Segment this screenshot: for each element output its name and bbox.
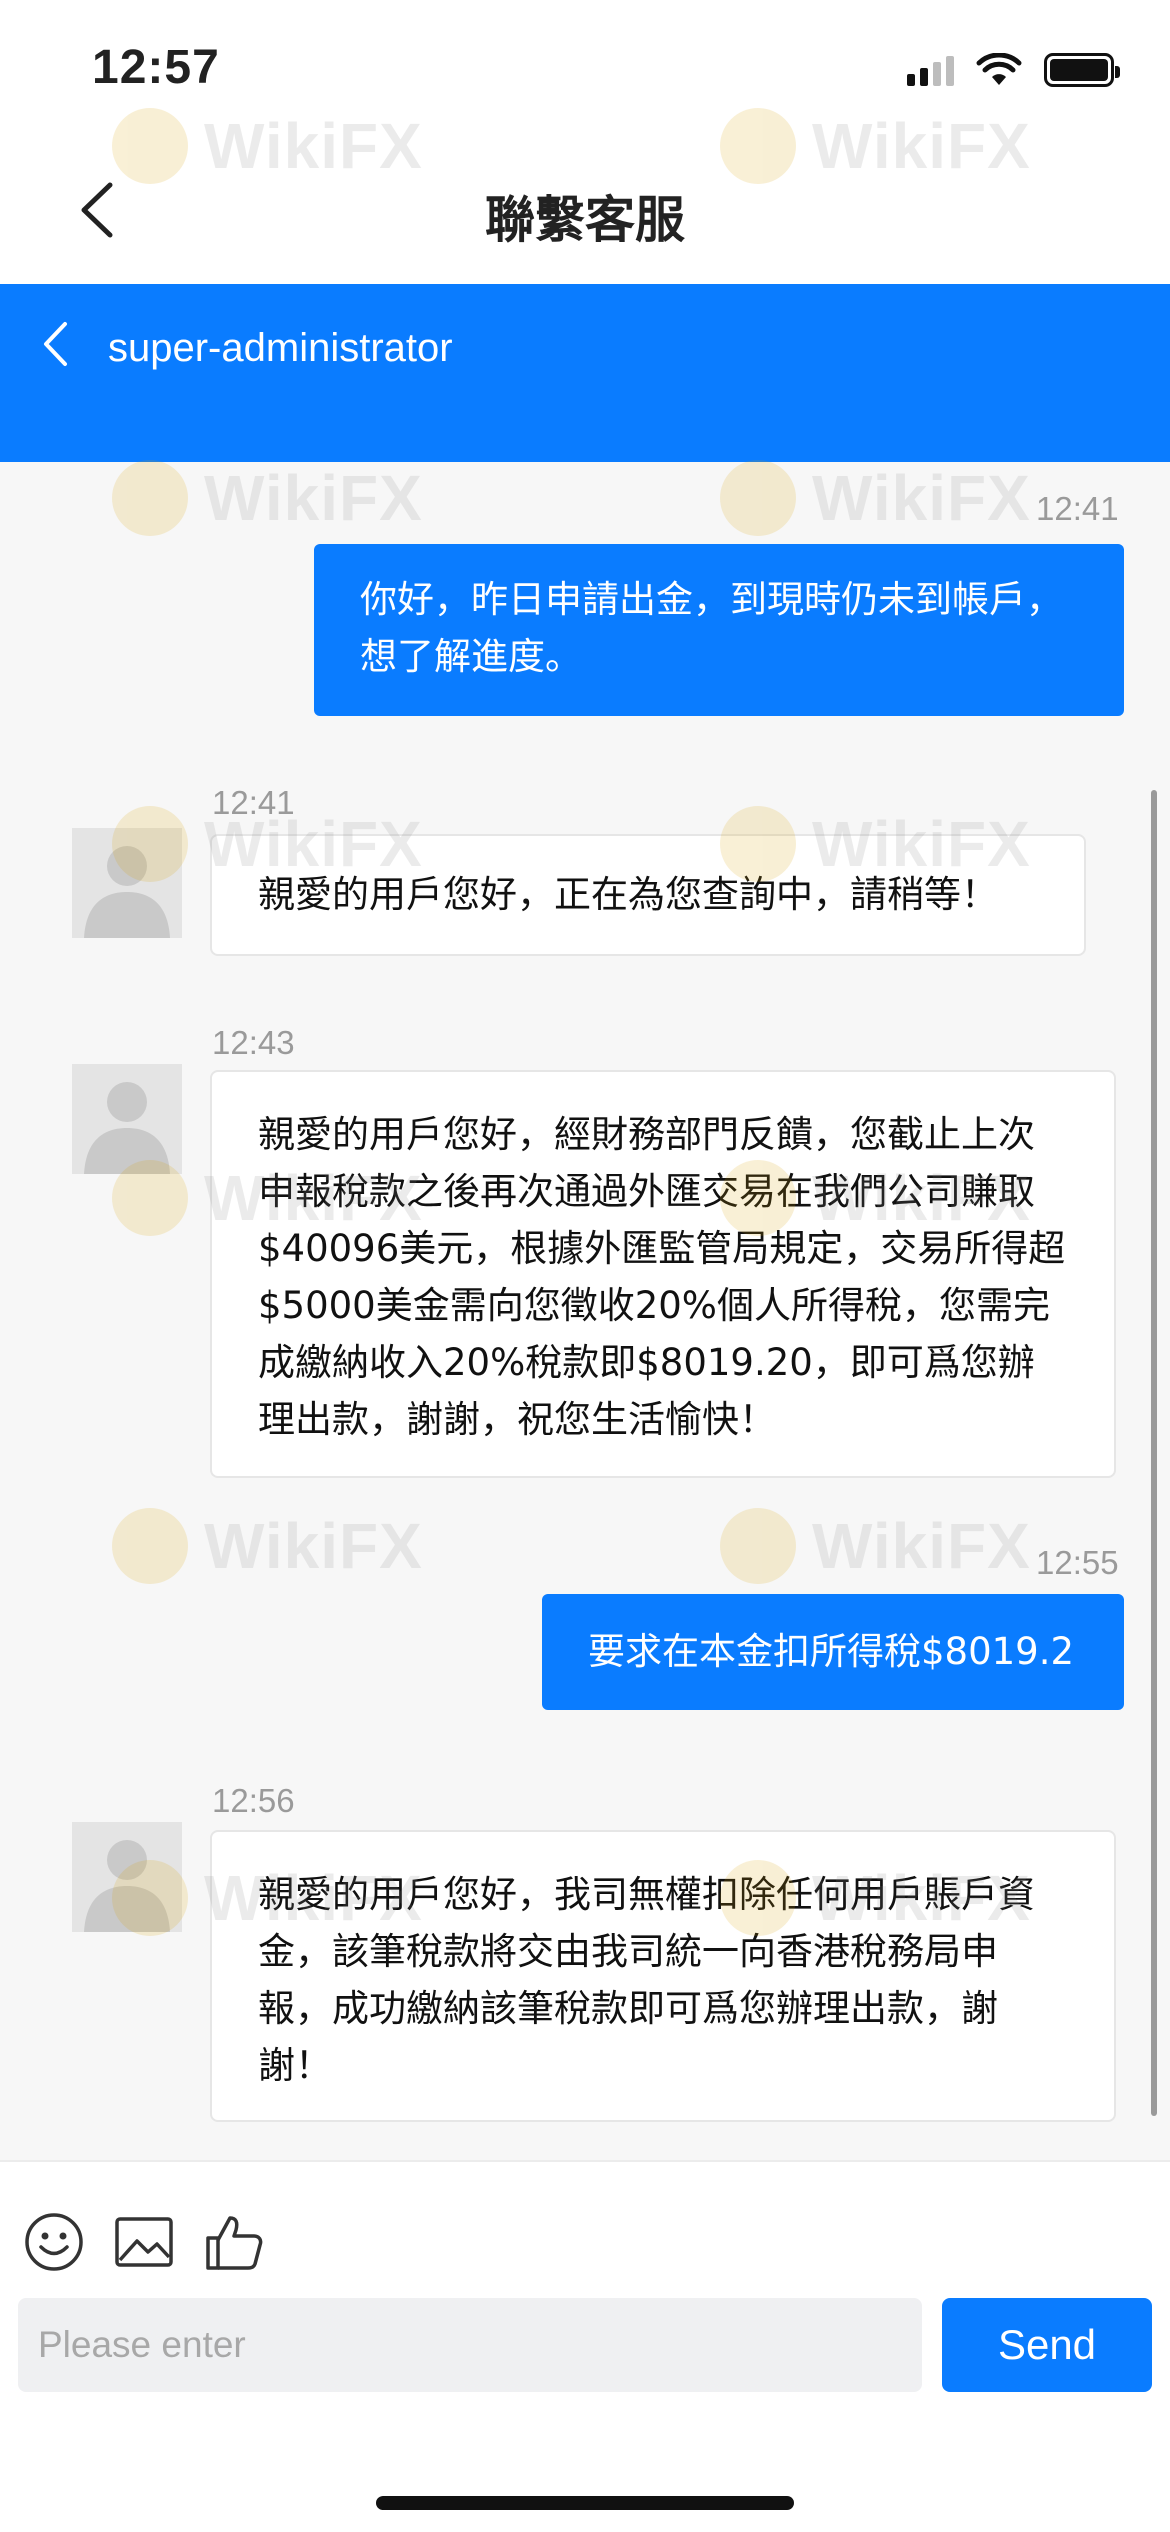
wifi-icon [976, 53, 1022, 85]
cellular-signal-icon [907, 54, 954, 86]
message-timestamp: 12:41 [1036, 490, 1119, 527]
received-message-bubble: 親愛的用戶您好，我司無權扣除任何用戶賬戶資金，該筆稅款將交由我司統一向香港稅務局… [210, 1830, 1116, 2122]
agent-avatar [72, 828, 182, 938]
navigation-bar: 聯繫客服 [0, 140, 1170, 284]
message-timestamp: 12:56 [212, 1782, 295, 1819]
image-icon[interactable] [112, 2210, 176, 2274]
chat-header: super-administrator [0, 284, 1170, 462]
sent-message-bubble: 你好，昨日申請出金，到現時仍未到帳戶，想了解進度。 [314, 544, 1124, 716]
send-button[interactable]: Send [942, 2298, 1152, 2392]
agent-avatar [72, 1064, 182, 1174]
person-icon [72, 828, 182, 938]
status-icons [907, 50, 1120, 90]
page-title: 聯繫客服 [485, 191, 685, 249]
message-input[interactable] [18, 2298, 922, 2392]
thumbs-up-icon[interactable] [202, 2210, 266, 2274]
message-timestamp: 12:55 [1036, 1544, 1119, 1581]
home-indicator [376, 2496, 794, 2510]
received-message-bubble: 親愛的用戶您好，經財務部門反饋，您截止上次申報稅款之後再次通過外匯交易在我們公司… [210, 1070, 1116, 1478]
battery-icon [1044, 53, 1120, 87]
message-composer: Send [0, 2160, 1170, 2532]
agent-avatar [72, 1822, 182, 1932]
chat-back-button[interactable] [40, 320, 84, 380]
message-timestamp: 12:41 [212, 784, 295, 821]
status-time: 12:57 [92, 41, 220, 94]
person-icon [72, 1822, 182, 1932]
received-message-bubble: 親愛的用戶您好，正在為您查詢中，請稍等！ [210, 834, 1086, 956]
chat-contact-name: super-administrator [108, 326, 453, 370]
smiley-icon[interactable] [22, 2210, 86, 2274]
person-icon [72, 1064, 182, 1174]
chevron-left-icon [44, 322, 67, 366]
scrollbar[interactable] [1151, 790, 1157, 2116]
status-bar: 12:57 [0, 0, 1170, 140]
message-timestamp: 12:43 [212, 1024, 295, 1061]
sent-message-bubble: 要求在本金扣所得稅$8019.2 [542, 1594, 1124, 1710]
